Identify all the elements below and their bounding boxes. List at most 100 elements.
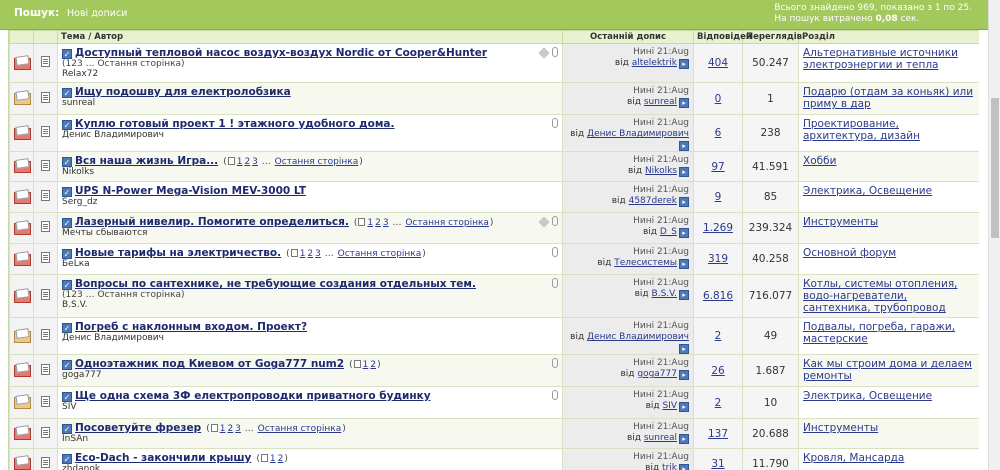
replies-link[interactable]: 31 (711, 458, 724, 470)
forum-link[interactable]: Основной форум (803, 247, 896, 259)
replies-link[interactable]: 9 (715, 191, 722, 203)
page-link[interactable]: 2 (278, 454, 284, 464)
go-to-last-post-icon[interactable]: ▸ (679, 167, 689, 177)
topic-title-link[interactable]: Погреб с наклонным входом. Проект? (75, 321, 307, 333)
topic-title-link[interactable]: Вопросы по сантехнике, не требующие созд… (75, 278, 476, 290)
go-to-last-post-icon[interactable]: ▸ (679, 228, 689, 238)
new-post-icon[interactable]: ✓ (62, 187, 72, 197)
new-post-icon[interactable]: ✓ (62, 392, 72, 402)
scrollbar-thumb[interactable] (991, 98, 999, 238)
last-post-author-link[interactable]: sunreal (644, 97, 677, 107)
forum-link[interactable]: Альтернативные источники электроэнергии … (803, 47, 958, 71)
page-link[interactable]: 3 (315, 249, 321, 259)
last-page-link[interactable]: Остання сторінка (338, 249, 422, 259)
forum-link[interactable]: Подвалы, погреба, гаражи, мастерские (803, 321, 955, 345)
forum-link[interactable]: Котлы, системы отопления, водо-нагревате… (803, 278, 958, 314)
last-post-author-link[interactable]: 4587derek (629, 196, 677, 206)
new-post-icon[interactable]: ✓ (62, 360, 72, 370)
topic-title-link[interactable]: UPS N-Power Mega-Vision MEV-3000 LT (75, 185, 306, 197)
topic-title-link[interactable]: Вся наша жизнь Игра... (75, 155, 218, 167)
new-post-icon[interactable]: ✓ (62, 454, 72, 464)
new-post-icon[interactable]: ✓ (62, 120, 72, 130)
page-link[interactable]: 1 (363, 360, 369, 370)
new-post-icon[interactable]: ✓ (62, 157, 72, 167)
go-to-last-post-icon[interactable]: ▸ (679, 59, 689, 69)
last-post-author-link[interactable]: altelektrik (632, 58, 677, 68)
page-link[interactable]: 2 (307, 249, 313, 259)
header-topic[interactable]: Тема / Автор (57, 30, 563, 44)
replies-link[interactable]: 2 (715, 330, 722, 342)
header-views[interactable]: Переглядів (742, 30, 802, 44)
forum-link[interactable]: Проектирование, архитектура, дизайн (803, 118, 920, 142)
topic-title-link[interactable]: Ще одна схема 3Ф електропроводки приватн… (75, 390, 431, 402)
replies-link[interactable]: 2 (715, 397, 722, 409)
page-link[interactable]: 3 (252, 157, 258, 167)
new-post-icon[interactable]: ✓ (62, 249, 72, 259)
new-post-icon[interactable]: ✓ (62, 88, 72, 98)
replies-link[interactable]: 137 (708, 428, 728, 440)
forum-link[interactable]: Хобби (803, 155, 836, 167)
forum-link[interactable]: Электрика, Освещение (803, 390, 932, 402)
page-link[interactable]: 1 (300, 249, 306, 259)
forum-link[interactable]: Инструменты (803, 216, 878, 228)
page-link[interactable]: 3 (383, 218, 389, 228)
new-post-icon[interactable]: ✓ (62, 424, 72, 434)
header-forum[interactable]: Розділ (798, 30, 979, 44)
new-post-icon[interactable]: ✓ (62, 49, 72, 59)
topic-title-link[interactable]: Eco-Dach - закончили крышу (75, 452, 251, 464)
forum-link[interactable]: Подарю (отдам за коньяк) или приму в дар (803, 86, 973, 110)
new-post-icon[interactable]: ✓ (62, 323, 72, 333)
replies-link[interactable]: 404 (708, 57, 728, 69)
page-link[interactable]: 2 (375, 218, 381, 228)
replies-link[interactable]: 6.816 (703, 290, 733, 302)
last-post-author-link[interactable]: Денис Владимирович (587, 129, 689, 139)
page-scrollbar[interactable] (988, 0, 1000, 470)
go-to-last-post-icon[interactable]: ▸ (679, 197, 689, 207)
header-last-post[interactable]: Останній допис (562, 30, 694, 44)
last-page-link[interactable]: Остання сторінка (97, 290, 181, 300)
last-page-link[interactable]: Остання сторінка (405, 218, 489, 228)
page-link[interactable]: 1 (237, 157, 243, 167)
topic-title-link[interactable]: Доступный тепловой насос воздух-воздух N… (75, 47, 487, 59)
last-post-author-link[interactable]: B.S.V. (652, 289, 677, 299)
forum-link[interactable]: Как мы строим дома и делаем ремонты (803, 358, 972, 382)
page-link[interactable]: 2 (370, 360, 376, 370)
page-link[interactable]: 3 (77, 290, 83, 300)
page-link[interactable]: 1 (270, 454, 276, 464)
forum-link[interactable]: Кровля, Мансарда (803, 452, 904, 464)
new-post-icon[interactable]: ✓ (62, 218, 72, 228)
go-to-last-post-icon[interactable]: ▸ (679, 434, 689, 444)
last-page-link[interactable]: Остання сторінка (275, 157, 359, 167)
last-post-author-link[interactable]: trik (662, 463, 677, 470)
replies-link[interactable]: 319 (708, 253, 728, 265)
page-link[interactable]: 3 (235, 424, 241, 434)
go-to-last-post-icon[interactable]: ▸ (679, 141, 689, 151)
topic-title-link[interactable]: Ищу подошву для електролобзика (75, 86, 291, 98)
last-post-author-link[interactable]: D_S (660, 227, 677, 237)
page-link[interactable]: 1 (220, 424, 226, 434)
last-post-author-link[interactable]: sunreal (644, 433, 677, 443)
last-page-link[interactable]: Остання сторінка (258, 424, 342, 434)
forum-link[interactable]: Электрика, Освещение (803, 185, 932, 197)
go-to-last-post-icon[interactable]: ▸ (679, 464, 689, 470)
go-to-last-post-icon[interactable]: ▸ (679, 370, 689, 380)
go-to-last-post-icon[interactable]: ▸ (679, 402, 689, 412)
topic-title-link[interactable]: Куплю готовый проект 1 ! этажного удобно… (75, 118, 394, 130)
last-page-link[interactable]: Остання сторінка (97, 59, 181, 69)
last-post-author-link[interactable]: Nikolks (645, 166, 677, 176)
topic-title-link[interactable]: Посоветуйте фрезер (75, 422, 201, 434)
forum-link[interactable]: Инструменты (803, 422, 878, 434)
go-to-last-post-icon[interactable]: ▸ (679, 259, 689, 269)
header-replies[interactable]: Відповідей (693, 30, 752, 44)
page-link[interactable]: 1 (367, 218, 373, 228)
last-post-author-link[interactable]: Денис Владимирович (587, 332, 689, 342)
replies-link[interactable]: 0 (715, 93, 722, 105)
page-link[interactable]: 2 (244, 157, 250, 167)
go-to-last-post-icon[interactable]: ▸ (679, 98, 689, 108)
new-post-icon[interactable]: ✓ (62, 280, 72, 290)
topic-title-link[interactable]: Одноэтажник под Киевом от Goga777 num2 (75, 358, 344, 370)
go-to-last-post-icon[interactable]: ▸ (679, 290, 689, 300)
topic-title-link[interactable]: Лазерный нивелир. Помогите определиться. (75, 216, 349, 228)
replies-link[interactable]: 6 (715, 127, 722, 139)
go-to-last-post-icon[interactable]: ▸ (679, 344, 689, 354)
